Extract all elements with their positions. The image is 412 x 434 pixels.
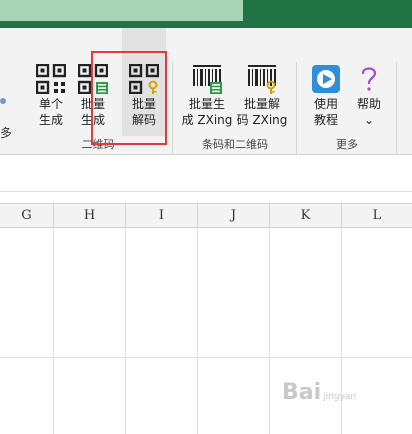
grid-line: [197, 227, 198, 434]
help-label: 帮助 ⌄: [356, 97, 381, 127]
cut-off-label: 多: [0, 126, 13, 140]
formula-bar-area: [0, 155, 412, 192]
highlight-box: [91, 51, 167, 145]
grid-line: [125, 227, 126, 434]
grid-line: [269, 227, 270, 434]
grid-line: [0, 357, 412, 358]
watermark-sub: jingyan: [323, 392, 357, 402]
watermark-text: Bai: [282, 380, 322, 405]
tutorial-label: 使用 教程: [313, 97, 338, 127]
group-separator: [296, 62, 297, 158]
barcode-icon: [193, 65, 222, 94]
help-button[interactable]: 帮助 ⌄: [348, 28, 390, 136]
column-header-h[interactable]: H: [54, 204, 126, 227]
qr-code-icon: [36, 64, 66, 94]
batch-decode-zxing-button[interactable]: 批量解 码 ZXing: [234, 28, 290, 136]
ribbon: 多 单个 生成 批量 生成 批量 解码 批量生 成 ZXing 批量解 码 ZX…: [0, 28, 412, 158]
group-label-barcode: 条码和二维码: [202, 138, 268, 151]
column-header-j[interactable]: J: [198, 204, 270, 227]
column-header-g[interactable]: G: [0, 204, 54, 227]
group-label-more: 更多: [336, 138, 358, 151]
column-header-k[interactable]: K: [270, 204, 342, 227]
title-bar: [0, 0, 412, 28]
group-separator: [172, 62, 173, 158]
cut-off-icon: [0, 98, 6, 104]
title-bar-tab: [0, 0, 243, 21]
tutorial-button[interactable]: 使用 教程: [304, 28, 348, 136]
grid-line: [53, 227, 54, 434]
batch-decode-zxing-label: 批量解 码 ZXing: [236, 97, 288, 127]
group-separator: [396, 62, 397, 158]
batch-generate-zxing-label: 批量生 成 ZXing: [181, 97, 233, 127]
column-header-row: G H I J K L: [0, 203, 412, 228]
column-header-l[interactable]: L: [342, 204, 412, 227]
batch-generate-zxing-button[interactable]: 批量生 成 ZXing: [180, 28, 234, 136]
single-generate-label: 单个 生成: [38, 97, 63, 127]
play-icon: [312, 65, 340, 93]
barcode-key-icon: [248, 65, 276, 94]
single-generate-button[interactable]: 单个 生成: [30, 28, 72, 136]
column-header-i[interactable]: I: [126, 204, 198, 227]
watermark: Bai jingyan: [282, 380, 356, 405]
question-icon: [361, 67, 377, 91]
